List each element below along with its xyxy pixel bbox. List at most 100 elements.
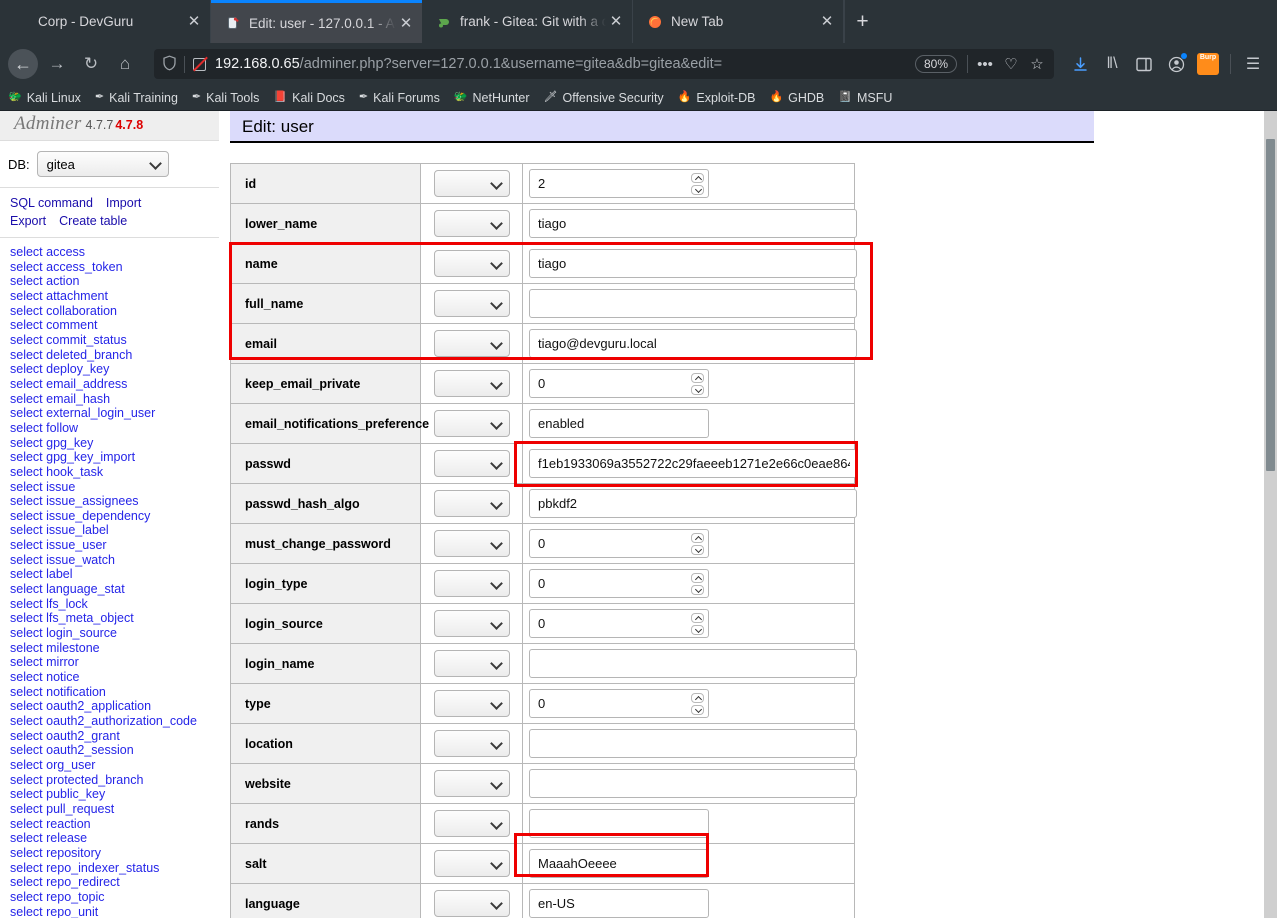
sidebar-table-link[interactable]: select issue_watch <box>10 553 219 568</box>
field-function-select[interactable] <box>434 210 510 237</box>
number-stepper[interactable] <box>691 693 704 715</box>
bookmark-kali-training[interactable]: ✒ Kali Training <box>95 91 178 105</box>
sql-command-link[interactable]: SQL command <box>10 196 93 210</box>
new-tab-button[interactable]: + <box>844 0 880 43</box>
sidebar-table-link[interactable]: select action <box>10 274 219 289</box>
field-function-select[interactable] <box>434 810 510 837</box>
burp-suite-icon[interactable]: Burp <box>1192 49 1224 79</box>
create-table-link[interactable]: Create table <box>59 214 127 228</box>
field-value-input[interactable] <box>529 649 857 678</box>
adminer-latest-version[interactable]: 4.7.8 <box>115 118 143 132</box>
sidebar-table-link[interactable]: select follow <box>10 421 219 436</box>
sidebar-table-link[interactable]: select external_login_user <box>10 406 219 421</box>
sidebar-table-link[interactable]: select issue_label <box>10 523 219 538</box>
insecure-lock-icon[interactable] <box>192 57 207 72</box>
sidebar-table-link[interactable]: select milestone <box>10 641 219 656</box>
field-function-select[interactable] <box>434 730 510 757</box>
sidebar-table-link[interactable]: select org_user <box>10 758 219 773</box>
field-value-input[interactable] <box>529 769 857 798</box>
field-value-input[interactable] <box>529 529 709 558</box>
chevron-down-icon[interactable] <box>691 385 704 395</box>
number-stepper[interactable] <box>691 173 704 195</box>
sidebar-table-link[interactable]: select collaboration <box>10 304 219 319</box>
sidebar-table-link[interactable]: select issue_dependency <box>10 509 219 524</box>
field-function-select[interactable] <box>434 530 510 557</box>
downloads-icon[interactable] <box>1064 49 1096 79</box>
number-stepper[interactable] <box>691 613 704 635</box>
page-actions-icon[interactable]: ••• <box>972 56 998 73</box>
bookmark-kali-linux[interactable]: 🐲 Kali Linux <box>8 91 81 105</box>
account-icon[interactable] <box>1160 49 1192 79</box>
browser-tab-1[interactable]: Edit: user - 127.0.0.1 - Ad ✕ <box>211 0 422 43</box>
reload-button[interactable]: ↻ <box>76 49 106 79</box>
browser-tab-3[interactable]: New Tab ✕ <box>633 0 844 43</box>
sidebar-table-link[interactable]: select reaction <box>10 817 219 832</box>
tab-close-icon[interactable]: ✕ <box>606 14 626 29</box>
chevron-down-icon[interactable] <box>691 185 704 195</box>
chevron-down-icon[interactable] <box>691 705 704 715</box>
field-value-input[interactable] <box>529 409 709 438</box>
field-function-select[interactable] <box>434 410 510 437</box>
chevron-down-icon[interactable] <box>691 625 704 635</box>
field-function-select[interactable] <box>434 890 510 917</box>
field-function-select[interactable] <box>434 570 510 597</box>
sidebar-table-link[interactable]: select attachment <box>10 289 219 304</box>
sidebar-table-link[interactable]: select mirror <box>10 655 219 670</box>
field-value-input[interactable] <box>529 449 857 478</box>
field-value-input[interactable] <box>529 209 857 238</box>
field-function-select[interactable] <box>434 610 510 637</box>
sidebar-table-link[interactable]: select oauth2_grant <box>10 729 219 744</box>
sidebar-table-link[interactable]: select deleted_branch <box>10 348 219 363</box>
field-value-input[interactable] <box>529 489 857 518</box>
sidebar-table-link[interactable]: select access_token <box>10 260 219 275</box>
bookmark-ghdb[interactable]: 🔥 GHDB <box>769 91 824 105</box>
browser-tab-0[interactable]: Corp - DevGuru ✕ <box>0 0 211 43</box>
browser-tab-2[interactable]: frank - Gitea: Git with a c ✕ <box>422 0 633 43</box>
sidebar-table-link[interactable]: select oauth2_session <box>10 743 219 758</box>
field-function-select[interactable] <box>434 450 510 477</box>
sidebar-table-link[interactable]: select lfs_meta_object <box>10 611 219 626</box>
sidebar-table-link[interactable]: select release <box>10 831 219 846</box>
bookmark-star-icon[interactable]: ☆ <box>1024 55 1050 73</box>
field-value-input[interactable] <box>529 609 709 638</box>
sidebar-table-link[interactable]: select repo_unit <box>10 905 219 918</box>
field-value-input[interactable] <box>529 729 857 758</box>
sidebar-table-link[interactable]: select notification <box>10 685 219 700</box>
field-value-input[interactable] <box>529 689 709 718</box>
bookmark-kali-forums[interactable]: ✒ Kali Forums <box>359 91 440 105</box>
field-value-input[interactable] <box>529 889 709 918</box>
field-function-select[interactable] <box>434 330 510 357</box>
forward-button[interactable]: → <box>42 49 72 79</box>
menu-icon[interactable]: ☰ <box>1237 49 1269 79</box>
field-function-select[interactable] <box>434 290 510 317</box>
field-function-select[interactable] <box>434 250 510 277</box>
field-value-input[interactable] <box>529 369 709 398</box>
field-function-select[interactable] <box>434 690 510 717</box>
sidebar-table-link[interactable]: select oauth2_authorization_code <box>10 714 219 729</box>
field-value-input[interactable] <box>529 169 709 198</box>
shield-icon[interactable] <box>162 55 177 74</box>
sidebar-table-link[interactable]: select repo_redirect <box>10 875 219 890</box>
chevron-up-icon[interactable] <box>691 693 704 703</box>
field-function-select[interactable] <box>434 490 510 517</box>
chevron-up-icon[interactable] <box>691 373 704 383</box>
sidebar-table-link[interactable]: select comment <box>10 318 219 333</box>
sidebar-table-link[interactable]: select language_stat <box>10 582 219 597</box>
sidebar-table-link[interactable]: select access <box>10 245 219 260</box>
scrollbar-thumb[interactable] <box>1266 139 1275 471</box>
sidebar-table-link[interactable]: select commit_status <box>10 333 219 348</box>
chevron-down-icon[interactable] <box>691 545 704 555</box>
number-stepper[interactable] <box>691 533 704 555</box>
field-value-input[interactable] <box>529 849 709 878</box>
back-button[interactable]: ← <box>8 49 38 79</box>
chevron-up-icon[interactable] <box>691 573 704 583</box>
sidebar-table-link[interactable]: select issue_user <box>10 538 219 553</box>
import-link[interactable]: Import <box>106 196 141 210</box>
field-value-input[interactable] <box>529 329 857 358</box>
sidebar-table-link[interactable]: select oauth2_application <box>10 699 219 714</box>
sidebar-table-link[interactable]: select deploy_key <box>10 362 219 377</box>
sidebar-table-link[interactable]: select repository <box>10 846 219 861</box>
sidebar-table-link[interactable]: select issue <box>10 480 219 495</box>
chevron-up-icon[interactable] <box>691 533 704 543</box>
sidebar-table-link[interactable]: select repo_indexer_status <box>10 861 219 876</box>
